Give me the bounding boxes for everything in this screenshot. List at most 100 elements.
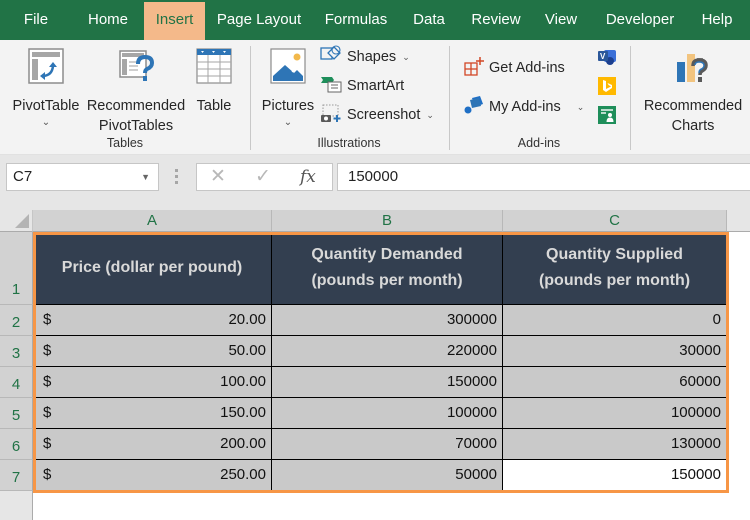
row-header-4[interactable]: 4 <box>0 367 33 398</box>
tab-page-layout[interactable]: Page Layout <box>213 0 305 40</box>
price-cell[interactable]: $50.00 <box>33 336 272 367</box>
name-box-value: C7 <box>13 168 33 185</box>
select-all-button[interactable] <box>0 210 33 232</box>
smartart-button[interactable]: SmartArt <box>320 74 404 98</box>
cell-value: 300000 <box>446 311 497 328</box>
tab-view[interactable]: View <box>540 0 582 40</box>
tab-insert[interactable]: Insert <box>144 2 205 40</box>
screenshot-label: Screenshot <box>347 107 421 123</box>
demanded-cell[interactable]: 50000 <box>272 460 503 491</box>
cell-value: 250.00 <box>220 466 266 483</box>
tab-home[interactable]: Home <box>80 0 136 40</box>
cell-value: 150000 <box>670 466 721 483</box>
formula-input[interactable]: 150000 <box>337 163 750 191</box>
cell-value: 70000 <box>455 435 497 452</box>
demanded-cell[interactable]: 100000 <box>272 398 503 429</box>
currency-symbol: $ <box>43 435 52 452</box>
formula-bar-resize-handle[interactable] <box>175 169 179 187</box>
svg-text:V: V <box>600 52 606 61</box>
demanded-cell[interactable]: 220000 <box>272 336 503 367</box>
column-header-empty <box>727 210 750 232</box>
recommended-charts-button[interactable]: Recommended Charts <box>637 48 749 136</box>
row-header-1[interactable]: 1 <box>0 232 33 305</box>
worksheet-grid: A B C 1 2 3 4 5 6 7 Price (dollar per po… <box>0 210 750 520</box>
ribbon-insert: PivotTable ⌄ Recommended PivotTables Tab… <box>0 40 750 155</box>
recommended-charts-label-1: Recommended <box>643 98 743 114</box>
name-box[interactable]: C7 ▼ <box>6 163 159 191</box>
group-label-illustrations: Illustrations <box>317 136 381 150</box>
people-graph-icon[interactable] <box>598 106 616 129</box>
screenshot-icon <box>320 103 342 127</box>
row-header-6[interactable]: 6 <box>0 429 33 460</box>
cell-value: 100000 <box>446 404 497 421</box>
row-header-3[interactable]: 3 <box>0 336 33 367</box>
supplied-cell[interactable]: 100000 <box>503 398 727 429</box>
row-header-2[interactable]: 2 <box>0 305 33 336</box>
get-addins-button[interactable]: Get Add-ins <box>464 56 565 80</box>
header-cell-price[interactable]: Price (dollar per pound) <box>33 232 272 305</box>
shapes-button[interactable]: Shapes ⌄ <box>320 45 410 69</box>
price-cell[interactable]: $100.00 <box>33 367 272 398</box>
pictures-button[interactable]: Pictures ⌄ <box>258 48 318 130</box>
column-header-a[interactable]: A <box>33 210 272 232</box>
supplied-cell[interactable]: 30000 <box>503 336 727 367</box>
group-separator <box>630 46 631 150</box>
currency-symbol: $ <box>43 342 52 359</box>
pivottable-button[interactable]: PivotTable ⌄ <box>8 48 84 130</box>
table-button[interactable]: Table <box>192 48 236 116</box>
group-label-tables: Tables <box>106 136 144 150</box>
shapes-label: Shapes <box>347 49 397 65</box>
smartart-label: SmartArt <box>347 78 405 94</box>
supplied-cell[interactable]: 60000 <box>503 367 727 398</box>
group-separator <box>449 46 450 150</box>
supplied-cell[interactable]: 130000 <box>503 429 727 460</box>
tab-formulas[interactable]: Formulas <box>320 0 392 40</box>
header-demanded-text: Quantity Demanded (pounds per month) <box>311 246 463 289</box>
row-header-5[interactable]: 5 <box>0 398 33 429</box>
price-cell[interactable]: $150.00 <box>33 398 272 429</box>
tab-developer[interactable]: Developer <box>600 0 680 40</box>
demanded-cell[interactable]: 300000 <box>272 305 503 336</box>
price-cell[interactable]: $200.00 <box>33 429 272 460</box>
my-addins-icon <box>464 95 484 119</box>
demanded-cell[interactable]: 70000 <box>272 429 503 460</box>
cell-value: 100.00 <box>220 373 266 390</box>
price-cell[interactable]: $250.00 <box>33 460 272 491</box>
row-header-7[interactable]: 7 <box>0 460 33 491</box>
tab-review[interactable]: Review <box>466 0 526 40</box>
visio-icon[interactable]: V <box>597 48 617 71</box>
column-header-c[interactable]: C <box>503 210 727 232</box>
my-addins-button[interactable]: My Add-ins ⌄ <box>464 95 584 119</box>
currency-symbol: $ <box>43 404 52 421</box>
pictures-icon <box>258 48 318 90</box>
ribbon-tab-bar: File Home Insert Page Layout Formulas Da… <box>0 0 750 40</box>
header-cell-supplied[interactable]: Quantity Supplied (pounds per month) <box>503 232 727 305</box>
price-cell[interactable]: $20.00 <box>33 305 272 336</box>
insert-function-icon[interactable]: fx <box>300 166 316 188</box>
bing-icon[interactable] <box>598 77 616 100</box>
screenshot-button[interactable]: Screenshot ⌄ <box>320 103 434 127</box>
cell-value: 130000 <box>670 435 721 452</box>
recommended-charts-label-2: Charts <box>671 118 715 134</box>
demanded-cell[interactable]: 150000 <box>272 367 503 398</box>
tab-data[interactable]: Data <box>408 0 450 40</box>
cancel-icon[interactable]: ✕ <box>210 165 226 189</box>
cell-value: 60000 <box>679 373 721 390</box>
tab-file[interactable]: File <box>12 0 60 40</box>
recommended-pivottables-label-2: PivotTables <box>98 118 174 134</box>
supplied-cell[interactable]: 0 <box>503 305 727 336</box>
recommended-pivottables-button[interactable]: Recommended PivotTables <box>84 48 188 136</box>
formula-buttons: ✕ ✓ fx <box>196 163 333 191</box>
supplied-cell[interactable]: 150000 <box>503 460 727 491</box>
header-cell-demanded[interactable]: Quantity Demanded (pounds per month) <box>272 232 503 305</box>
pivottable-dropdown-icon: ⌄ <box>41 117 51 128</box>
tab-help[interactable]: Help <box>696 0 738 40</box>
excel-window: File Home Insert Page Layout Formulas Da… <box>0 0 750 520</box>
cell-value: 0 <box>712 311 721 328</box>
recommended-pivottables-label-1: Recommended <box>86 98 186 114</box>
column-header-b[interactable]: B <box>272 210 503 232</box>
pivottable-label: PivotTable <box>12 98 80 114</box>
enter-icon[interactable]: ✓ <box>255 165 271 189</box>
row-header-empty <box>0 491 33 520</box>
name-box-dropdown-icon[interactable]: ▼ <box>141 164 150 190</box>
